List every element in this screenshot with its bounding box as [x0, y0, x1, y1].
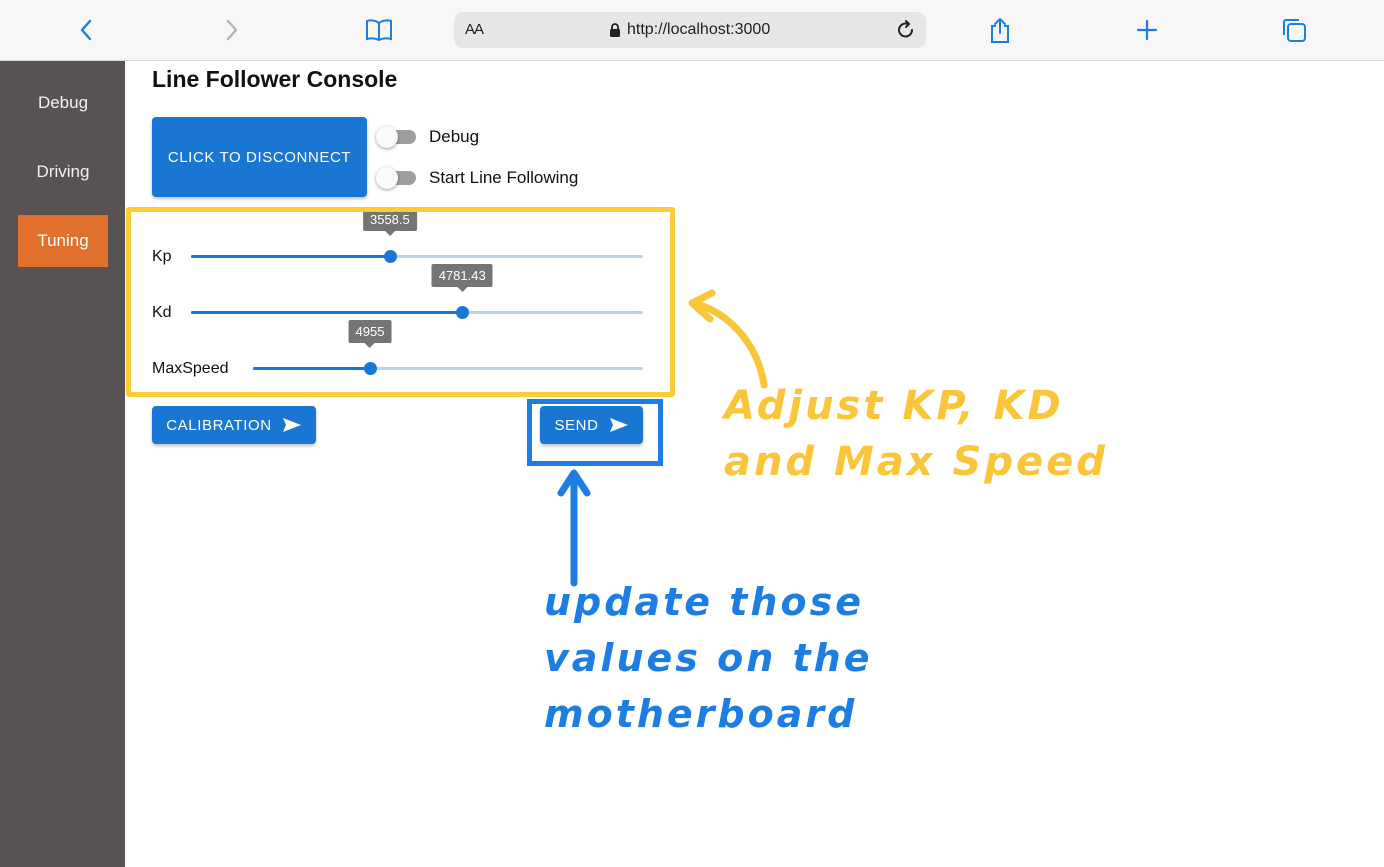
calibration-button[interactable]: CALIBRATION	[152, 406, 316, 444]
lock-icon	[610, 22, 620, 37]
debug-toggle-label: Debug	[429, 127, 480, 146]
line-following-toggle-label: Start Line Following	[429, 168, 579, 187]
line-following-toggle-row: Start Line Following	[376, 166, 578, 190]
tabs-overview-icon[interactable]	[1278, 14, 1310, 46]
line-following-toggle[interactable]	[376, 166, 416, 190]
yellow-annotation-text: Adjust KP, KD and Max Speed	[724, 383, 1108, 485]
debug-toggle-row: Debug	[376, 125, 479, 149]
tuning-highlight-box	[126, 207, 675, 397]
share-icon[interactable]	[984, 14, 1016, 46]
sidebar-item-debug[interactable]: Debug	[18, 77, 108, 129]
new-tab-icon[interactable]	[1131, 14, 1163, 46]
sidebar-item-driving[interactable]: Driving	[18, 146, 108, 198]
browser-toolbar: AA http://localhost:3000	[0, 0, 1384, 61]
calibration-button-label: CALIBRATION	[166, 416, 272, 434]
send-highlight-box	[527, 399, 663, 466]
send-arrow-icon	[282, 418, 301, 432]
sidebar: Debug Driving Tuning	[0, 61, 125, 867]
reload-icon[interactable]	[892, 16, 920, 44]
blue-annotation-text: update those values on the motherboard	[544, 580, 873, 736]
forward-icon[interactable]	[216, 14, 248, 46]
address-bar[interactable]: AA http://localhost:3000	[454, 12, 926, 48]
disconnect-button[interactable]: CLICK TO DISCONNECT	[152, 117, 367, 197]
sidebar-item-tuning[interactable]: Tuning	[18, 215, 108, 267]
page-title: Line Follower Console	[152, 66, 398, 92]
url-display[interactable]: http://localhost:3000	[609, 21, 770, 39]
reader-settings-button[interactable]: AA	[465, 21, 484, 38]
url-text: http://localhost:3000	[627, 21, 771, 38]
debug-toggle[interactable]	[376, 125, 416, 149]
bookmarks-icon[interactable]	[363, 14, 395, 46]
blue-annotation-arrow	[557, 469, 591, 587]
back-icon[interactable]	[70, 14, 102, 46]
